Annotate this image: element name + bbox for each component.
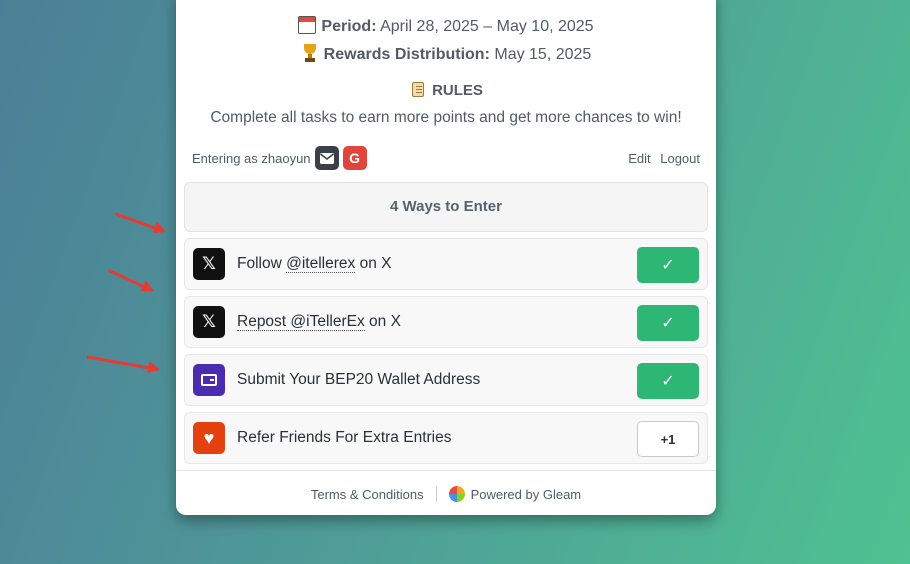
terms-link[interactable]: Terms & Conditions bbox=[311, 487, 424, 502]
completed-check-button[interactable]: ✓ bbox=[637, 247, 699, 283]
footer-separator bbox=[435, 486, 437, 502]
rewards-label: Rewards Distribution: bbox=[323, 46, 490, 63]
entry-label: Submit Your BEP20 Wallet Address bbox=[237, 371, 481, 388]
google-icon: G bbox=[349, 150, 360, 166]
rewards-line: Rewards Distribution: May 15, 2025 bbox=[176, 44, 716, 64]
calendar-icon bbox=[298, 16, 317, 34]
check-icon: ✓ bbox=[661, 257, 675, 274]
rules-text: Complete all tasks to earn more points a… bbox=[210, 109, 682, 126]
footer-divider bbox=[176, 470, 716, 471]
gleam-logo-icon bbox=[448, 486, 465, 502]
completed-check-button[interactable]: ✓ bbox=[637, 363, 699, 399]
email-login-button[interactable] bbox=[314, 146, 339, 170]
period-label: Period: bbox=[321, 18, 377, 35]
x-handle-link[interactable]: @itellerex bbox=[286, 255, 356, 273]
entering-as: Entering as zhaoyun G bbox=[192, 146, 367, 170]
annotation-arrow bbox=[107, 268, 153, 292]
x-logo-icon: 𝕏 bbox=[193, 306, 225, 338]
completed-check-button[interactable]: ✓ bbox=[637, 305, 699, 341]
heart-icon: ♥ bbox=[193, 422, 225, 454]
check-icon: ✓ bbox=[661, 315, 675, 332]
entry-repost-x[interactable]: 𝕏 Repost @iTellerEx on X ✓ bbox=[184, 296, 708, 348]
trophy-icon bbox=[301, 44, 319, 62]
rules-heading: RULES bbox=[176, 80, 716, 99]
gleam-entry-card: Period: April 28, 2025 – May 10, 2025 Re… bbox=[176, 0, 716, 515]
annotation-arrow bbox=[86, 355, 159, 371]
repost-link[interactable]: Repost @iTellerEx bbox=[237, 313, 365, 331]
footer: Terms & Conditions Powered by Gleam bbox=[176, 486, 716, 502]
google-login-button[interactable]: G bbox=[342, 146, 367, 170]
annotation-arrow bbox=[114, 212, 165, 233]
account-links: Edit Logout bbox=[622, 151, 700, 166]
entry-follow-x[interactable]: 𝕏 Follow @itellerex on X ✓ bbox=[184, 238, 708, 290]
ways-to-enter-header: 4 Ways to Enter bbox=[184, 182, 708, 232]
entry-refer-friends[interactable]: ♥ Refer Friends For Extra Entries +1 bbox=[184, 412, 708, 464]
entry-label: Repost @iTellerEx on X bbox=[237, 313, 401, 331]
powered-by-link[interactable]: Powered by Gleam bbox=[471, 487, 582, 502]
logout-link[interactable]: Logout bbox=[660, 151, 700, 166]
check-icon: ✓ bbox=[661, 373, 675, 390]
wallet-icon bbox=[193, 364, 225, 396]
x-logo-icon: 𝕏 bbox=[193, 248, 225, 280]
period-value: April 28, 2025 – May 10, 2025 bbox=[380, 18, 594, 35]
edit-link[interactable]: Edit bbox=[628, 151, 650, 166]
rewards-value: May 15, 2025 bbox=[494, 46, 592, 63]
entering-text: Entering as zhaoyun bbox=[192, 150, 311, 166]
entry-label: Follow @itellerex on X bbox=[237, 255, 392, 273]
entry-label: Refer Friends For Extra Entries bbox=[237, 429, 452, 446]
envelope-icon bbox=[319, 152, 334, 164]
period-line: Period: April 28, 2025 – May 10, 2025 bbox=[176, 16, 716, 36]
entry-wallet-address[interactable]: Submit Your BEP20 Wallet Address ✓ bbox=[184, 354, 708, 406]
scroll-icon bbox=[409, 80, 427, 98]
plus-one-button[interactable]: +1 bbox=[637, 421, 699, 457]
rules-title: RULES bbox=[432, 82, 483, 99]
